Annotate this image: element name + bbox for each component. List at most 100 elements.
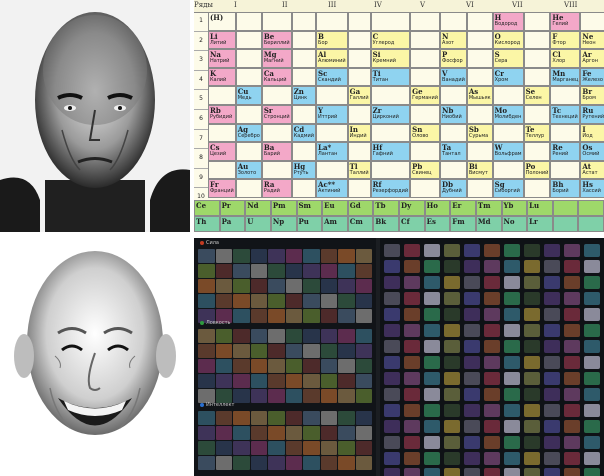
hero-portrait[interactable] — [303, 294, 320, 308]
hero-portrait[interactable] — [285, 309, 302, 323]
item-icon[interactable] — [404, 356, 420, 369]
item-icon[interactable] — [504, 372, 520, 385]
hero-portrait[interactable] — [285, 344, 302, 358]
hero-portrait[interactable] — [250, 294, 267, 308]
hero-portrait[interactable] — [338, 264, 355, 278]
hero-portrait[interactable] — [198, 344, 215, 358]
hero-portrait[interactable] — [320, 309, 337, 323]
hero-portrait[interactable] — [285, 264, 302, 278]
hero-portrait[interactable] — [250, 359, 267, 373]
item-icon[interactable] — [464, 292, 480, 305]
item-icon[interactable] — [464, 308, 480, 321]
item-icon[interactable] — [544, 308, 560, 321]
item-icon[interactable] — [504, 340, 520, 353]
item-icon[interactable] — [464, 388, 480, 401]
hero-portrait[interactable] — [285, 329, 302, 343]
hero-portrait[interactable] — [268, 456, 285, 470]
hero-portrait[interactable] — [233, 374, 250, 388]
hero-portrait[interactable] — [303, 309, 320, 323]
hero-portrait[interactable] — [198, 374, 215, 388]
hero-portrait[interactable] — [320, 294, 337, 308]
hero-portrait[interactable] — [250, 329, 267, 343]
item-icon[interactable] — [424, 372, 440, 385]
item-icon[interactable] — [504, 292, 520, 305]
hero-portrait[interactable] — [320, 279, 337, 293]
item-icon[interactable] — [464, 340, 480, 353]
hero-portrait[interactable] — [233, 279, 250, 293]
hero-portrait[interactable] — [355, 359, 372, 373]
item-icon[interactable] — [384, 436, 400, 449]
item-icon[interactable] — [404, 436, 420, 449]
item-icon[interactable] — [484, 468, 500, 476]
hero-portrait[interactable] — [198, 329, 215, 343]
hero-portrait[interactable] — [198, 411, 215, 425]
item-icon[interactable] — [524, 468, 540, 476]
item-icon[interactable] — [564, 468, 580, 476]
hero-portrait[interactable] — [355, 456, 372, 470]
item-icon[interactable] — [384, 452, 400, 465]
item-icon[interactable] — [524, 420, 540, 433]
item-icon[interactable] — [484, 372, 500, 385]
item-icon[interactable] — [464, 356, 480, 369]
item-icon[interactable] — [524, 244, 540, 257]
hero-portrait[interactable] — [198, 456, 215, 470]
hero-portrait[interactable] — [320, 411, 337, 425]
hero-portrait[interactable] — [355, 249, 372, 263]
item-icon[interactable] — [464, 372, 480, 385]
item-icon[interactable] — [564, 324, 580, 337]
item-icon[interactable] — [404, 388, 420, 401]
hero-portrait[interactable] — [250, 374, 267, 388]
hero-portrait[interactable] — [338, 279, 355, 293]
hero-portrait[interactable] — [215, 426, 232, 440]
item-icon[interactable] — [404, 244, 420, 257]
item-icon[interactable] — [524, 340, 540, 353]
hero-portrait[interactable] — [198, 441, 215, 455]
hero-portrait[interactable] — [338, 456, 355, 470]
item-icon[interactable] — [564, 292, 580, 305]
hero-portrait[interactable] — [233, 294, 250, 308]
item-icon[interactable] — [424, 468, 440, 476]
item-icon[interactable] — [404, 340, 420, 353]
item-icon[interactable] — [484, 244, 500, 257]
hero-portrait[interactable] — [320, 249, 337, 263]
hero-portrait[interactable] — [268, 309, 285, 323]
item-icon[interactable] — [444, 324, 460, 337]
hero-portrait[interactable] — [303, 359, 320, 373]
hero-portrait[interactable] — [198, 359, 215, 373]
hero-portrait[interactable] — [320, 456, 337, 470]
item-icon[interactable] — [384, 372, 400, 385]
hero-portrait[interactable] — [285, 456, 302, 470]
hero-portrait[interactable] — [250, 264, 267, 278]
item-icon[interactable] — [464, 468, 480, 476]
hero-portrait[interactable] — [338, 359, 355, 373]
item-icon[interactable] — [424, 324, 440, 337]
item-icon[interactable] — [584, 276, 600, 289]
item-icon[interactable] — [504, 260, 520, 273]
item-icon[interactable] — [404, 260, 420, 273]
item-icon[interactable] — [424, 420, 440, 433]
hero-portrait[interactable] — [233, 309, 250, 323]
item-icon[interactable] — [584, 260, 600, 273]
item-icon[interactable] — [584, 308, 600, 321]
item-icon[interactable] — [404, 308, 420, 321]
item-icon[interactable] — [404, 420, 420, 433]
item-icon[interactable] — [484, 276, 500, 289]
item-icon[interactable] — [524, 436, 540, 449]
hero-portrait[interactable] — [268, 279, 285, 293]
hero-portrait[interactable] — [268, 411, 285, 425]
item-icon[interactable] — [464, 324, 480, 337]
item-icon[interactable] — [584, 452, 600, 465]
hero-portrait[interactable] — [215, 279, 232, 293]
hero-portrait[interactable] — [198, 264, 215, 278]
item-icon[interactable] — [424, 452, 440, 465]
hero-portrait[interactable] — [285, 249, 302, 263]
item-icon[interactable] — [544, 244, 560, 257]
item-icon[interactable] — [544, 340, 560, 353]
hero-portrait[interactable] — [268, 426, 285, 440]
item-icon[interactable] — [584, 388, 600, 401]
hero-portrait[interactable] — [338, 441, 355, 455]
item-icon[interactable] — [584, 372, 600, 385]
hero-portrait[interactable] — [268, 249, 285, 263]
hero-portrait[interactable] — [303, 411, 320, 425]
item-icon[interactable] — [444, 356, 460, 369]
